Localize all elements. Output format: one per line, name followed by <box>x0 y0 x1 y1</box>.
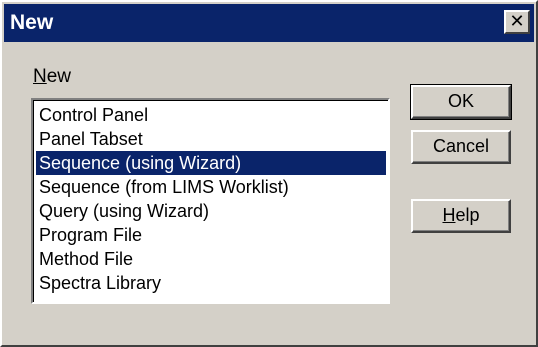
list-item-query-wizard[interactable]: Query (using Wizard) <box>36 199 386 223</box>
ok-button[interactable]: OK <box>410 84 512 120</box>
window-title: New <box>10 11 54 34</box>
list-item-sequence-wizard[interactable]: Sequence (using Wizard) <box>36 151 386 175</box>
list-item-program-file[interactable]: Program File <box>36 223 386 247</box>
help-button[interactable]: Help <box>411 199 511 233</box>
list-item-sequence-lims[interactable]: Sequence (from LIMS Worklist) <box>36 175 386 199</box>
title-bar[interactable]: New ✕ <box>4 4 534 42</box>
list-item-control-panel[interactable]: Control Panel <box>36 103 386 127</box>
close-button[interactable]: ✕ <box>504 10 530 34</box>
list-item-spectra-library[interactable]: Spectra Library <box>36 271 386 295</box>
new-item-listbox[interactable]: Control Panel Panel Tabset Sequence (usi… <box>31 98 390 304</box>
cancel-button[interactable]: Cancel <box>411 130 511 164</box>
new-dialog: New ✕ New Control Panel Panel Tabset Seq… <box>0 0 538 347</box>
list-item-panel-tabset[interactable]: Panel Tabset <box>36 127 386 151</box>
close-icon: ✕ <box>509 11 525 31</box>
list-item-method-file[interactable]: Method File <box>36 247 386 271</box>
list-label: New <box>33 66 72 87</box>
